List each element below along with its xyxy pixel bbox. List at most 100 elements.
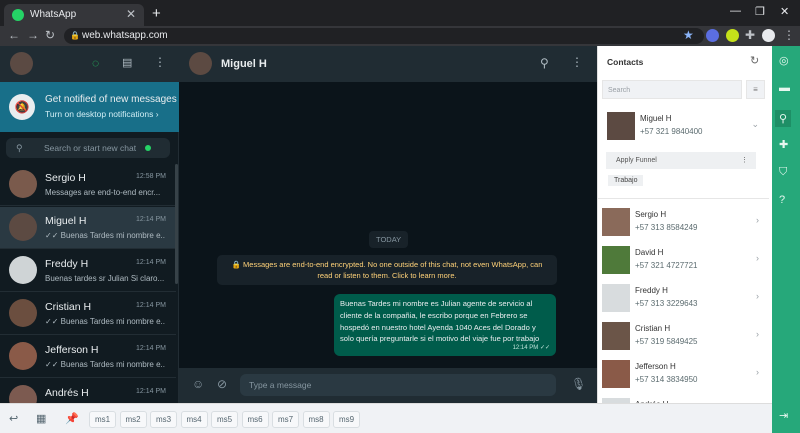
bell-off-icon: 🔕 bbox=[9, 94, 35, 120]
conversation-header[interactable]: Miguel H ⚲ ⋮ bbox=[179, 46, 597, 82]
message-time: 12:14 PM ✓✓ bbox=[512, 344, 550, 351]
address-bar-row: ← → ↻ 🔒 web.whatsapp.com ★ ✚ ⋮ bbox=[0, 26, 800, 46]
more-icon[interactable]: ⋮ bbox=[741, 152, 748, 169]
chat-icon[interactable]: ▬ bbox=[779, 82, 790, 94]
chat-time: 12:14 PM bbox=[136, 345, 166, 352]
contacts-search-icon[interactable]: ⚲ bbox=[775, 110, 792, 127]
chevron-right-icon[interactable]: › bbox=[756, 329, 759, 339]
chat-name: Cristian H bbox=[45, 301, 92, 313]
chat-name: Jefferson H bbox=[45, 344, 99, 356]
my-avatar[interactable] bbox=[10, 52, 33, 75]
quick-reply-bar: ↩ ▦ 📌 ms1 ms2 ms3 ms4 ms5 ms6 ms7 ms8 ms9 bbox=[0, 403, 772, 433]
contact-name: David H bbox=[635, 248, 664, 257]
browser-tab[interactable]: WhatsApp ✕ bbox=[4, 4, 144, 26]
chat-item[interactable]: Miguel H 12:14 PM ✓✓ Buenas Tardes mi nomb… bbox=[0, 207, 176, 249]
profile-icon[interactable] bbox=[762, 29, 775, 42]
contact-expanded[interactable]: Miguel H +57 321 9840400 ⌄ bbox=[598, 108, 769, 147]
whatsapp-icon[interactable]: ◎ bbox=[779, 54, 789, 67]
chat-item[interactable]: Sergio H 12:58 PM Messages are end-to-end … bbox=[0, 164, 176, 206]
microphone-icon[interactable]: 🎙 bbox=[571, 377, 586, 391]
contact-avatar[interactable] bbox=[189, 52, 212, 75]
reply-icon[interactable]: ↩ bbox=[9, 412, 18, 425]
add-user-icon[interactable]: ✚ bbox=[779, 138, 788, 151]
contact-item[interactable]: Cristian H +57 319 5849425 › bbox=[598, 318, 769, 357]
filter-icon[interactable]: ≡ bbox=[746, 80, 765, 99]
chat-avatar bbox=[9, 170, 37, 198]
contact-avatar bbox=[602, 360, 630, 388]
chevron-down-icon[interactable]: ⌄ bbox=[751, 119, 759, 130]
chevron-right-icon[interactable]: › bbox=[756, 253, 759, 263]
apply-funnel-button[interactable]: Apply Funnel ⋮ bbox=[606, 152, 756, 169]
chevron-right-icon[interactable]: › bbox=[756, 215, 759, 225]
quick-message-button[interactable]: ms5 bbox=[211, 411, 239, 428]
close-window-icon[interactable]: ✕ bbox=[780, 5, 789, 18]
quick-message-button[interactable]: ms8 bbox=[302, 411, 330, 428]
quick-message-button[interactable]: ms9 bbox=[333, 411, 361, 428]
notification-banner[interactable]: 🔕 Get notified of new messages Turn on d… bbox=[0, 82, 179, 132]
forward-icon[interactable]: → bbox=[27, 28, 39, 42]
bookmark-star-icon[interactable]: ★ bbox=[683, 28, 694, 42]
quick-message-button[interactable]: ms4 bbox=[180, 411, 208, 428]
chat-avatar bbox=[9, 299, 37, 327]
minimize-icon[interactable]: — bbox=[730, 5, 741, 17]
help-icon[interactable]: ? bbox=[779, 194, 785, 206]
extension-icon[interactable] bbox=[726, 29, 739, 42]
restore-icon[interactable]: ❐ bbox=[755, 5, 765, 18]
contact-name: Sergio H bbox=[635, 210, 667, 219]
online-indicator bbox=[145, 145, 151, 151]
chevron-right-icon[interactable]: › bbox=[756, 367, 759, 377]
scrollbar[interactable] bbox=[175, 164, 178, 284]
contact-item[interactable]: Jefferson H +57 314 3834950 › bbox=[598, 356, 769, 395]
encryption-notice[interactable]: 🔒 Messages are end-to-end encrypted. No … bbox=[217, 255, 557, 285]
attach-icon[interactable]: ⊘ bbox=[217, 377, 227, 391]
contact-avatar bbox=[602, 208, 630, 236]
chevron-right-icon[interactable]: › bbox=[756, 291, 759, 301]
search-input[interactable]: ⚲ Search or start new chat bbox=[6, 138, 170, 158]
contact-item[interactable]: Freddy H +57 313 3229643 › bbox=[598, 280, 769, 319]
quick-message-button[interactable]: ms3 bbox=[150, 411, 178, 428]
url-field[interactable]: 🔒 web.whatsapp.com bbox=[64, 28, 704, 44]
outgoing-message[interactable]: Buenas Tardes mi nombre es Julian agente… bbox=[334, 294, 556, 356]
reload-icon[interactable]: ↻ bbox=[45, 28, 55, 42]
extension-icon[interactable] bbox=[706, 29, 719, 42]
contacts-search-input[interactable]: Search bbox=[602, 80, 742, 99]
quick-message-button[interactable]: ms1 bbox=[89, 411, 117, 428]
emoji-icon[interactable]: ☺ bbox=[192, 377, 204, 391]
contact-name: Cristian H bbox=[635, 324, 671, 333]
chat-time: 12:14 PM bbox=[136, 259, 166, 266]
contacts-panel: Contacts ↻ Search ≡ Miguel H +57 321 984… bbox=[597, 46, 772, 426]
chat-item[interactable]: Cristian H 12:14 PM ✓✓ Buenas Tardes mi no… bbox=[0, 293, 176, 335]
contact-name: Miguel H bbox=[640, 114, 672, 123]
whatsapp-icon bbox=[12, 9, 24, 21]
status-icon[interactable]: ◌ bbox=[92, 56, 99, 70]
menu-icon[interactable]: ⋮ bbox=[571, 55, 583, 69]
new-tab-button[interactable]: + bbox=[152, 5, 161, 22]
compose-bar: ☺ ⊘ Type a message 🎙 bbox=[179, 368, 597, 403]
browser-tab-bar: WhatsApp ✕ + — ❐ ✕ bbox=[0, 0, 800, 26]
search-icon[interactable]: ⚲ bbox=[540, 56, 549, 70]
new-chat-icon[interactable]: ▤ bbox=[122, 56, 132, 69]
quick-message-button[interactable]: ms6 bbox=[241, 411, 269, 428]
contact-item[interactable]: Sergio H +57 313 8584249 › bbox=[598, 204, 769, 243]
collapse-icon[interactable]: ⇥ bbox=[779, 409, 788, 422]
notification-link[interactable]: Turn on desktop notifications › bbox=[45, 109, 159, 119]
message-input[interactable]: Type a message bbox=[240, 374, 556, 396]
shield-icon[interactable]: ⛉ bbox=[779, 166, 787, 179]
quick-message-button[interactable]: ms2 bbox=[119, 411, 147, 428]
back-icon[interactable]: ← bbox=[8, 28, 20, 42]
quick-message-button[interactable]: ms7 bbox=[272, 411, 300, 428]
tag-chip[interactable]: Trabajo bbox=[608, 175, 644, 186]
menu-icon[interactable]: ⋮ bbox=[154, 55, 166, 69]
sidebar-header: ◌ ▤ ⋮ bbox=[0, 46, 179, 82]
contact-name[interactable]: Miguel H bbox=[221, 58, 267, 70]
chat-item[interactable]: Jefferson H 12:14 PM ✓✓ Buenas Tardes mi n… bbox=[0, 336, 176, 378]
extensions-puzzle-icon[interactable]: ✚ bbox=[745, 28, 755, 42]
pin-icon[interactable]: 📌 bbox=[65, 412, 79, 425]
close-tab-icon[interactable]: ✕ bbox=[126, 7, 136, 21]
tab-title: WhatsApp bbox=[30, 9, 77, 20]
refresh-icon[interactable]: ↻ bbox=[750, 54, 759, 67]
contact-item[interactable]: David H +57 321 4727721 › bbox=[598, 242, 769, 281]
template-icon[interactable]: ▦ bbox=[36, 412, 46, 425]
browser-menu-icon[interactable]: ⋮ bbox=[783, 28, 795, 42]
chat-item[interactable]: Freddy H 12:14 PM Buenas tardes sr Julian … bbox=[0, 250, 176, 292]
